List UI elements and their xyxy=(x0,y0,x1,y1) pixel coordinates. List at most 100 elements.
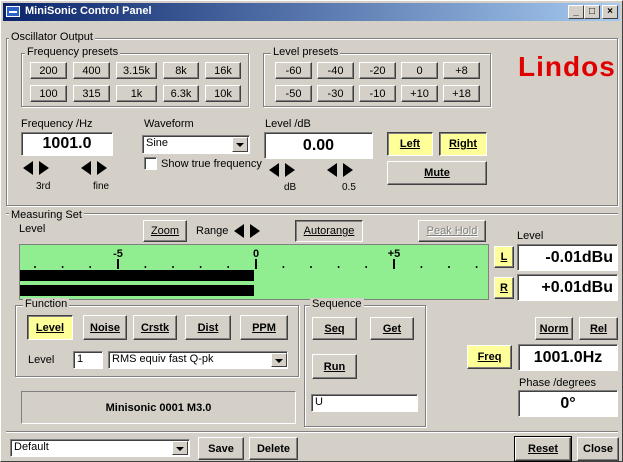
arrow-left-icon[interactable] xyxy=(23,161,33,175)
level-db-label: Level /dB xyxy=(265,118,311,130)
frequency-display[interactable]: 1001.0 xyxy=(21,132,113,156)
freq-preset-button-3[interactable]: 8k xyxy=(163,62,199,79)
close-label: Close xyxy=(583,443,613,455)
channel-r-button[interactable]: R xyxy=(494,277,514,299)
meter-bar-left xyxy=(20,270,254,281)
zoom-button[interactable]: Zoom xyxy=(143,220,187,242)
minimize-button[interactable]: _ xyxy=(568,5,584,19)
level-display[interactable]: 0.00 xyxy=(264,132,373,159)
arrow-left-icon[interactable] xyxy=(327,163,337,177)
function-level-button[interactable]: Level xyxy=(27,315,73,340)
mute-button[interactable]: Mute xyxy=(387,161,487,185)
level-half-step-label: 0.5 xyxy=(342,182,356,193)
norm-button[interactable]: Norm xyxy=(535,317,573,340)
sequence-input[interactable]: U xyxy=(311,394,418,412)
level-preset-button-4[interactable]: +18 xyxy=(443,85,480,102)
sequence-label: Sequence xyxy=(310,298,364,310)
peak-hold-button[interactable]: Peak Hold xyxy=(418,220,486,242)
norm-label: Norm xyxy=(539,322,569,335)
delete-label: Delete xyxy=(256,442,291,455)
freq-measure-button[interactable]: Freq xyxy=(467,345,512,369)
level-preset-button-2[interactable]: -10 xyxy=(359,85,396,102)
function-crstk-button[interactable]: Crstk xyxy=(133,315,177,340)
channel-l-label: L xyxy=(500,251,508,263)
freq-preset-button-2[interactable]: 1k xyxy=(116,85,157,102)
left-channel-button[interactable]: Left xyxy=(387,132,433,156)
get-label: Get xyxy=(382,322,402,335)
level-preset-button-0[interactable]: -60 xyxy=(275,62,312,79)
freq-preset-button-1[interactable]: 315 xyxy=(73,85,110,102)
measured-level-label: Level xyxy=(517,230,544,242)
measuring-set-label: Measuring Set xyxy=(9,209,84,221)
arrow-right-icon[interactable] xyxy=(285,163,295,177)
freq-preset-button-4[interactable]: 16k xyxy=(205,62,241,79)
frequency-coarse-stepper[interactable] xyxy=(23,161,49,175)
meter-level-label: Level xyxy=(19,223,46,235)
maximize-button[interactable]: □ xyxy=(584,5,600,19)
preset-select[interactable]: Default xyxy=(10,439,190,457)
freq-measure-label: Freq xyxy=(477,351,502,363)
seq-label: Seq xyxy=(324,322,345,335)
function-level-input[interactable]: 1 xyxy=(73,351,103,369)
close-button[interactable]: Close xyxy=(577,437,619,461)
level-preset-button-3[interactable]: +10 xyxy=(401,85,438,102)
show-true-frequency-checkbox[interactable] xyxy=(144,157,157,170)
detector-dropdown-icon[interactable] xyxy=(271,353,287,367)
freq-preset-button-2[interactable]: 3.15k xyxy=(116,62,157,79)
range-stepper[interactable] xyxy=(234,224,260,238)
right-channel-button[interactable]: Right xyxy=(439,132,487,156)
save-label: Save xyxy=(208,442,234,455)
function-noise-button[interactable]: Noise xyxy=(83,315,127,340)
run-button[interactable]: Run xyxy=(312,354,357,379)
arrow-left-icon[interactable] xyxy=(234,224,244,238)
arrow-right-icon[interactable] xyxy=(39,161,49,175)
channel-r-label: R xyxy=(500,282,508,294)
freq-fine-label: fine xyxy=(93,181,110,192)
oscillator-output-label: Oscillator Output xyxy=(9,31,95,43)
frequency-fine-stepper[interactable] xyxy=(81,161,107,175)
level-preset-button-2[interactable]: -20 xyxy=(359,62,396,79)
arrow-right-icon[interactable] xyxy=(97,161,107,175)
freq-preset-button-0[interactable]: 200 xyxy=(30,62,67,79)
arrow-right-icon[interactable] xyxy=(250,224,260,238)
get-button[interactable]: Get xyxy=(370,317,414,340)
freq-preset-button-1[interactable]: 400 xyxy=(73,62,110,79)
level-db-stepper[interactable] xyxy=(269,163,295,177)
preset-dropdown-icon[interactable] xyxy=(172,441,188,455)
save-button[interactable]: Save xyxy=(198,437,244,460)
freq-preset-button-3[interactable]: 6.3k xyxy=(163,85,199,102)
show-true-frequency-label[interactable]: Show true frequency xyxy=(161,158,262,170)
autorange-button[interactable]: Autorange xyxy=(295,220,363,242)
rel-button[interactable]: Rel xyxy=(579,317,618,340)
function-dist-button[interactable]: Dist xyxy=(185,315,231,340)
measured-frequency-display: 1001.0Hz xyxy=(518,344,618,371)
level-preset-button-1[interactable]: -30 xyxy=(317,85,354,102)
app-icon xyxy=(6,6,20,17)
lindos-logo: Lindos xyxy=(518,51,616,82)
close-window-button[interactable]: × xyxy=(602,5,618,19)
frequency-label: Frequency /Hz xyxy=(21,118,93,130)
right-channel-label: Right xyxy=(448,138,478,150)
delete-button[interactable]: Delete xyxy=(249,437,298,460)
level-half-stepper[interactable] xyxy=(327,163,353,177)
level-preset-button-0[interactable]: -50 xyxy=(275,85,312,102)
left-channel-label: Left xyxy=(399,138,421,150)
arrow-left-icon[interactable] xyxy=(81,161,91,175)
detector-select[interactable]: RMS equiv fast Q-pk xyxy=(108,351,288,369)
arrow-right-icon[interactable] xyxy=(343,163,353,177)
mute-label: Mute xyxy=(424,167,450,179)
function-ppm-button[interactable]: PPM xyxy=(240,315,288,340)
arrow-left-icon[interactable] xyxy=(269,163,279,177)
waveform-dropdown-icon[interactable] xyxy=(232,137,248,152)
seq-button[interactable]: Seq xyxy=(312,317,357,340)
level-preset-button-1[interactable]: -40 xyxy=(317,62,354,79)
reset-button[interactable]: Reset xyxy=(514,436,572,462)
channel-l-button[interactable]: L xyxy=(494,246,514,268)
freq-preset-button-0[interactable]: 100 xyxy=(30,85,67,102)
level-preset-button-4[interactable]: +8 xyxy=(443,62,480,79)
title-bar[interactable]: MiniSonic Control Panel _ □ × xyxy=(3,3,620,21)
level-preset-button-3[interactable]: 0 xyxy=(401,62,438,79)
zoom-label: Zoom xyxy=(150,225,180,237)
reset-label: Reset xyxy=(528,443,558,455)
freq-preset-button-4[interactable]: 10k xyxy=(205,85,241,102)
